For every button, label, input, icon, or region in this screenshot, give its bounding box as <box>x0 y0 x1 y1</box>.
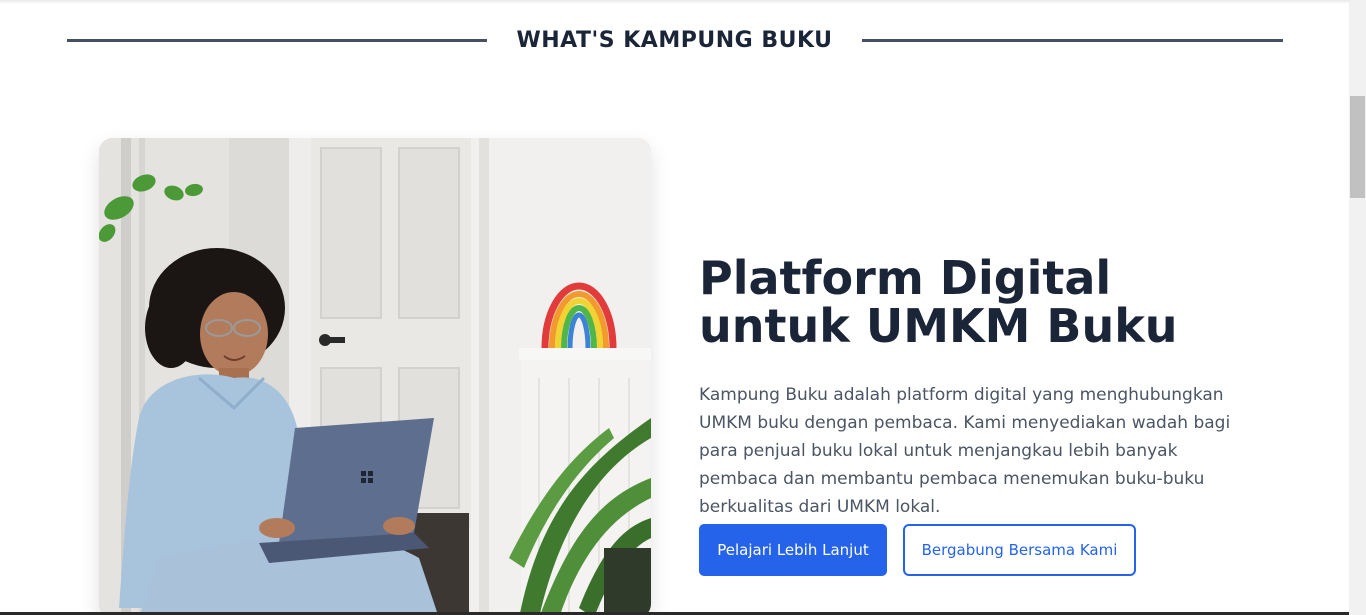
join-us-button[interactable]: Bergabung Bersama Kami <box>903 524 1136 576</box>
photo-illustration <box>99 138 651 615</box>
about-heading: Platform Digital untuk UMKM Buku <box>699 251 1178 353</box>
section-title: WHAT'S KAMPUNG BUKU <box>516 28 833 53</box>
scrollbar-thumb[interactable] <box>1350 96 1365 198</box>
hero-photo <box>99 138 651 615</box>
section-divider-left <box>67 39 487 42</box>
learn-more-button[interactable]: Pelajari Lebih Lanjut <box>699 524 887 576</box>
section-divider-right <box>862 39 1283 42</box>
page-scrollbar[interactable] <box>1349 0 1366 615</box>
page: WHAT'S KAMPUNG BUKU Platform Digital unt… <box>0 0 1349 615</box>
about-description: Kampung Buku adalah platform digital yan… <box>699 385 1231 517</box>
top-shadow <box>0 0 1349 4</box>
